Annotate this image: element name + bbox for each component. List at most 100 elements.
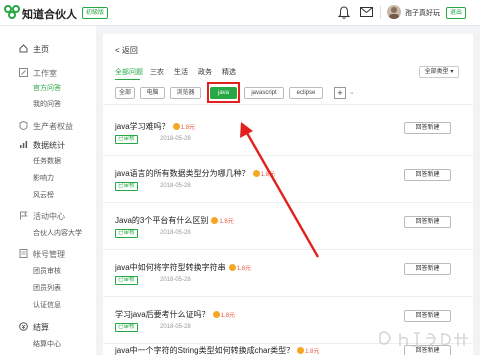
answer-button[interactable]: 回答新建 <box>404 169 451 181</box>
tab-featured[interactable]: 精选 <box>222 67 236 77</box>
flag-icon <box>20 211 28 220</box>
sidebar-item-label: 团员列表 <box>33 285 61 292</box>
question-date: 2018-05-28 <box>160 136 191 142</box>
answer-button[interactable]: 回答新建 <box>404 216 451 228</box>
reward-amount: 1.8元 <box>220 313 236 319</box>
sidebar-item-label: 团员审核 <box>33 268 61 275</box>
home-icon <box>19 44 28 53</box>
shield-icon <box>19 121 28 130</box>
reward-amount: 1.8元 <box>236 266 252 272</box>
question-text: Java的3个平台有什么区别 <box>115 216 209 225</box>
status-badge: 已审核 <box>115 229 138 238</box>
sidebar: 主页 工作室 官方问答 我的问答 生产者权益 数据统计 任务数据 影响力 风云榜… <box>0 26 96 355</box>
question-date: 2018-05-28 <box>160 230 191 236</box>
coin-icon <box>252 170 260 177</box>
sidebar-item-label: 风云榜 <box>33 192 54 199</box>
answer-button[interactable]: 回答新建 <box>404 263 451 275</box>
question-title[interactable]: java中一个字符的String类型如何转换成char类型？ 1.8元 <box>115 345 319 355</box>
chip-eclipse[interactable]: eclipse <box>289 87 323 99</box>
sidebar-item-label: 结算中心 <box>33 341 61 348</box>
sidebar-item-leaderboard[interactable]: 风云榜 <box>0 188 96 202</box>
sidebar-item-producer-rights[interactable]: 生产者权益 <box>0 119 96 133</box>
status-badge: 已审核 <box>115 323 138 332</box>
brand-name: 知道合伙人 <box>22 9 77 21</box>
list-item: Java的3个平台有什么区别 1.8元 已审核 2018-05-28 回答新建 <box>103 203 473 250</box>
mail-icon[interactable] <box>360 7 373 17</box>
sidebar-item-label: 任务数据 <box>33 158 61 165</box>
sidebar-item-certification[interactable]: 认证信息 <box>0 298 96 312</box>
sidebar-item-official-qa[interactable]: 官方问答 <box>0 81 96 95</box>
chip-all[interactable]: 全部 <box>115 87 135 99</box>
sidebar-item-label: 影响力 <box>33 175 54 182</box>
add-tag-button[interactable]: + <box>334 87 346 99</box>
sidebar-item-account[interactable]: 帐号管理 <box>0 247 96 261</box>
avatar[interactable] <box>387 5 401 19</box>
username[interactable]: 孢子真好玩 <box>405 8 440 18</box>
question-title[interactable]: java语言的所有数据类型分为哪几种？ 1.8元 <box>115 168 275 179</box>
sidebar-item-settlement-center[interactable]: 结算中心 <box>0 337 96 351</box>
question-title[interactable]: java学习难吗？ 1.8元 <box>115 121 195 132</box>
sidebar-item-studio[interactable]: 工作室 <box>0 66 96 80</box>
reward-amount: 1.8元 <box>305 349 320 355</box>
sidebar-item-influence[interactable]: 影响力 <box>0 171 96 185</box>
sidebar-item-label: 生产者权益 <box>33 122 73 131</box>
question-title[interactable]: java中如何将字符型转换字符串 1.8元 <box>115 262 251 273</box>
tab-all-questions[interactable]: 全部问题 <box>115 67 143 77</box>
status-badge: 已审核 <box>115 135 138 144</box>
sidebar-item-label: 认证信息 <box>33 302 61 309</box>
sidebar-item-label: 我的问答 <box>33 101 61 108</box>
question-date: 2018-05-28 <box>160 324 191 330</box>
question-date: 2018-05-28 <box>160 183 191 189</box>
edit-icon <box>19 68 28 77</box>
status-badge: 已审核 <box>115 182 138 191</box>
sidebar-item-label: 活动中心 <box>33 212 65 221</box>
sidebar-item-label: 合伙人内容大学 <box>33 230 82 237</box>
sidebar-item-statistics[interactable]: 数据统计 <box>0 138 96 152</box>
sidebar-item-task-data[interactable]: 任务数据 <box>0 154 96 168</box>
question-title[interactable]: 学习java后要考什么证吗？ 1.8元 <box>115 309 235 320</box>
logo-icon <box>4 5 20 19</box>
coin-icon <box>211 217 219 224</box>
type-select-value: 全部类型 <box>424 69 449 75</box>
question-title[interactable]: Java的3个平台有什么区别 1.8元 <box>115 215 234 226</box>
chip-javascript[interactable]: javascript <box>244 87 284 99</box>
doc-icon <box>19 249 28 258</box>
question-text: java中如何将字符型转换字符串 <box>115 263 226 272</box>
question-date: 2018-05-28 <box>160 277 191 283</box>
tab-agriculture[interactable]: 三农 <box>150 67 164 77</box>
type-select[interactable]: 全部类型 ▾ <box>419 66 459 78</box>
tab-government[interactable]: 政务 <box>198 67 212 77</box>
chip-computer[interactable]: 电脑 <box>140 87 165 99</box>
chip-browser[interactable]: 浏览器 <box>170 87 201 99</box>
sidebar-item-events[interactable]: 活动中心 <box>0 209 96 223</box>
answer-button[interactable]: 回答新建 <box>404 310 451 322</box>
list-item: java中如何将字符型转换字符串 1.8元 已审核 2018-05-28 回答新建 <box>103 250 473 297</box>
header-divider <box>380 6 381 19</box>
sidebar-item-member-list[interactable]: 团员列表 <box>0 281 96 295</box>
active-tab-indicator <box>115 79 140 80</box>
settle-icon <box>19 322 28 331</box>
sidebar-item-member-review[interactable]: 团员审核 <box>0 264 96 278</box>
sidebar-item-home[interactable]: 主页 <box>0 42 96 56</box>
chevron-left-icon: < <box>115 46 120 55</box>
chart-icon <box>20 141 28 148</box>
sidebar-item-label: 数据统计 <box>33 141 65 150</box>
list-item: java语言的所有数据类型分为哪几种？ 1.8元 已审核 2018-05-28 回… <box>103 156 473 203</box>
coin-icon <box>172 123 180 130</box>
chevron-down-icon[interactable]: ⌄ <box>349 88 355 96</box>
sidebar-item-label: 结算 <box>33 323 49 332</box>
answer-button[interactable]: 回答新建 <box>404 122 451 134</box>
main-panel: < 返回 全部问题 三农 生活 政务 精选 全部类型 ▾ 全部 电脑 浏览器 j… <box>103 34 473 355</box>
logout-button[interactable]: 退出 <box>446 7 467 19</box>
baidu-watermark-icon <box>379 331 468 347</box>
sidebar-item-label: 工作室 <box>33 69 57 78</box>
bell-icon[interactable] <box>338 6 350 19</box>
sidebar-item-my-qa[interactable]: 我的问答 <box>0 97 96 111</box>
top-bar: 知道合伙人 初級版 孢子真好玩 退出 <box>0 0 480 26</box>
status-badge: 已审核 <box>115 276 138 285</box>
back-link[interactable]: < 返回 <box>115 45 138 56</box>
tab-life[interactable]: 生活 <box>174 67 188 77</box>
sidebar-item-settlement[interactable]: 结算 <box>0 320 96 334</box>
sidebar-item-partner-university[interactable]: 合伙人内容大学 <box>0 226 96 240</box>
list-item: java学习难吗？ 1.8元 已审核 2018-05-28 回答新建 <box>103 109 473 156</box>
